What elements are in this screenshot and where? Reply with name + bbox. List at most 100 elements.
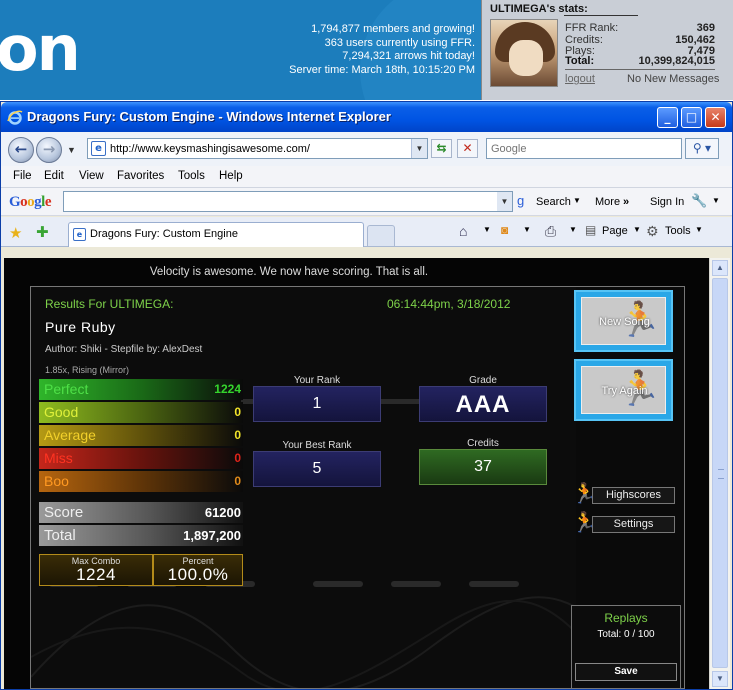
chevron-down-icon[interactable]: ▼ (695, 225, 703, 234)
site-stats: 1,794,877 members and growing! 363 users… (289, 23, 475, 77)
avatar[interactable] (490, 19, 558, 87)
chevron-down-icon[interactable]: ▼ (497, 192, 512, 211)
window-titlebar[interactable]: Dragons Fury: Custom Engine - Windows In… (1, 102, 732, 132)
add-favorites-icon[interactable]: ✚ (36, 223, 49, 241)
chevron-right-icon[interactable]: » (623, 196, 629, 208)
tab-label: Dragons Fury: Custom Engine (90, 228, 238, 240)
server-time: Server time: March 18th, 10:15:20 PM (289, 63, 475, 76)
chevron-down-icon[interactable]: ▼ (569, 225, 577, 234)
tab-dragons-fury[interactable]: e Dragons Fury: Custom Engine (68, 222, 364, 247)
max-combo-box: Max Combo 1224 (39, 554, 153, 586)
url-text[interactable]: http://www.keysmashingisawesome.com/ (110, 143, 310, 155)
score-value: 61200 (204, 505, 241, 520)
print-icon[interactable]: ⎙ (545, 223, 556, 240)
replays-count: Total: 0 / 100 (597, 629, 655, 640)
your-rank-label: Your Rank (293, 375, 341, 386)
tab-bar: ★ ✚ e Dragons Fury: Custom Engine ⌂ ▼ ◙ … (1, 217, 732, 247)
google-toolbar: Google ▼ g Search ▼ More » Sign In 🔧 ▼ (1, 188, 732, 216)
save-replay-button[interactable]: Save (575, 663, 677, 681)
google-search-input[interactable]: ▼ (63, 191, 513, 212)
navigation-bar: ← → ▼ e http://www.keysmashingisawesome.… (1, 132, 732, 166)
scroll-thumb[interactable] (712, 278, 728, 668)
scroll-down-arrow[interactable]: ▼ (712, 671, 728, 687)
credits-label: Credits (467, 438, 499, 449)
page-icon: ▤ (585, 223, 597, 237)
ie-window: Dragons Fury: Custom Engine - Windows In… (0, 101, 733, 690)
judgement-average: Average 0 (39, 425, 243, 446)
new-song-button[interactable]: 🏃 New Song (574, 290, 673, 352)
ie-logo-icon (7, 110, 23, 125)
replays-title: Replays (604, 611, 648, 625)
best-rank-value: 5 (312, 460, 322, 477)
google-search-button[interactable]: Search (536, 196, 571, 208)
messages-link[interactable]: No New Messages (627, 73, 719, 85)
wrench-icon[interactable]: 🔧 (691, 193, 707, 209)
results-title: Results For ULTIMEGA: (45, 297, 174, 311)
grade-value: AAA (455, 391, 511, 418)
divider (565, 69, 715, 70)
judgement-perfect: Perfect 1224 (39, 379, 243, 400)
scroll-up-arrow[interactable]: ▲ (712, 260, 728, 276)
total-row: Total 1,897,200 (39, 525, 243, 546)
judgement-good: Good 0 (39, 402, 243, 423)
judgement-miss: Miss 0 (39, 448, 243, 469)
chevron-down-icon[interactable]: ▼ (633, 225, 641, 234)
game-results-screen: Results For ULTIMEGA: 06:14:44pm, 3/18/2… (30, 286, 685, 689)
feeds-icon[interactable]: ◙ (501, 223, 508, 237)
menu-tools[interactable]: Tools (178, 170, 205, 182)
new-tab-button[interactable] (367, 225, 395, 247)
menu-view[interactable]: View (79, 170, 104, 182)
search-icon[interactable]: ⚲ ▾ (685, 138, 719, 159)
menu-edit[interactable]: Edit (44, 170, 64, 182)
page-menu[interactable]: Page (602, 225, 628, 237)
total-value: 1,897,200 (183, 528, 241, 543)
percent-value: 100.0% (167, 565, 229, 584)
menu-favorites[interactable]: Favorites (117, 170, 164, 182)
tools-menu[interactable]: Tools (665, 225, 691, 237)
address-bar[interactable]: e http://www.keysmashingisawesome.com/ ▼ (87, 138, 428, 159)
your-rank-box: 1 (253, 386, 381, 422)
song-modifiers: 1.85x, Rising (Mirror) (45, 365, 130, 375)
google-logo: Google (9, 194, 52, 210)
home-icon[interactable]: ⌂ (459, 223, 467, 239)
best-rank-box: 5 (253, 451, 381, 487)
search-input[interactable] (491, 143, 681, 155)
members-count: 1,794,877 members and growing! (311, 23, 475, 35)
refresh-button[interactable]: ⇆ (431, 139, 452, 158)
stat-total: Total: 10,399,824,015 (565, 55, 715, 67)
settings-button[interactable]: 🏃 Settings (572, 512, 676, 534)
credits-box: 37 (419, 449, 547, 485)
more-button[interactable]: More (595, 196, 620, 208)
favorites-star-icon[interactable]: ★ (9, 224, 22, 242)
maximize-button[interactable]: □ (681, 107, 702, 128)
vertical-scrollbar[interactable]: ▲ ▼ (709, 258, 730, 689)
gear-icon: ⚙ (646, 223, 659, 239)
highscores-button[interactable]: 🏃 Highscores (572, 483, 676, 505)
chevron-down-icon[interactable]: ▼ (712, 196, 720, 205)
chevron-down-icon[interactable]: ▼ (67, 145, 76, 155)
browser-search-box[interactable] (486, 138, 682, 159)
back-button[interactable]: ← (8, 137, 34, 163)
minimize-button[interactable]: _ (657, 107, 678, 128)
chevron-down-icon[interactable]: ▼ (523, 225, 531, 234)
chevron-down-icon[interactable]: ▼ (411, 139, 427, 158)
logout-link[interactable]: logout (565, 73, 595, 85)
google-g-icon: g (517, 193, 525, 208)
forward-button[interactable]: → (36, 137, 62, 163)
try-again-button[interactable]: 🏃 Try Again (574, 359, 673, 421)
site-logo[interactable]: on (0, 12, 81, 85)
divider (564, 15, 638, 16)
menu-bar: File Edit View Favorites Tools Help (1, 166, 732, 188)
sign-in-button[interactable]: Sign In (650, 196, 684, 208)
chevron-down-icon[interactable]: ▼ (483, 225, 491, 234)
stop-button[interactable]: ✕ (457, 139, 478, 158)
close-button[interactable]: ✕ (705, 107, 726, 128)
page-icon: e (73, 228, 86, 241)
menu-file[interactable]: File (13, 170, 32, 182)
results-datetime: 06:14:44pm, 3/18/2012 (387, 297, 511, 311)
chevron-down-icon[interactable]: ▼ (573, 196, 581, 205)
user-stats-panel: ULTIMEGA's stats: FFR Rank: 369 Credits:… (481, 0, 733, 100)
menu-help[interactable]: Help (219, 170, 243, 182)
credits-value: 37 (474, 458, 492, 475)
page-icon: e (91, 141, 106, 156)
